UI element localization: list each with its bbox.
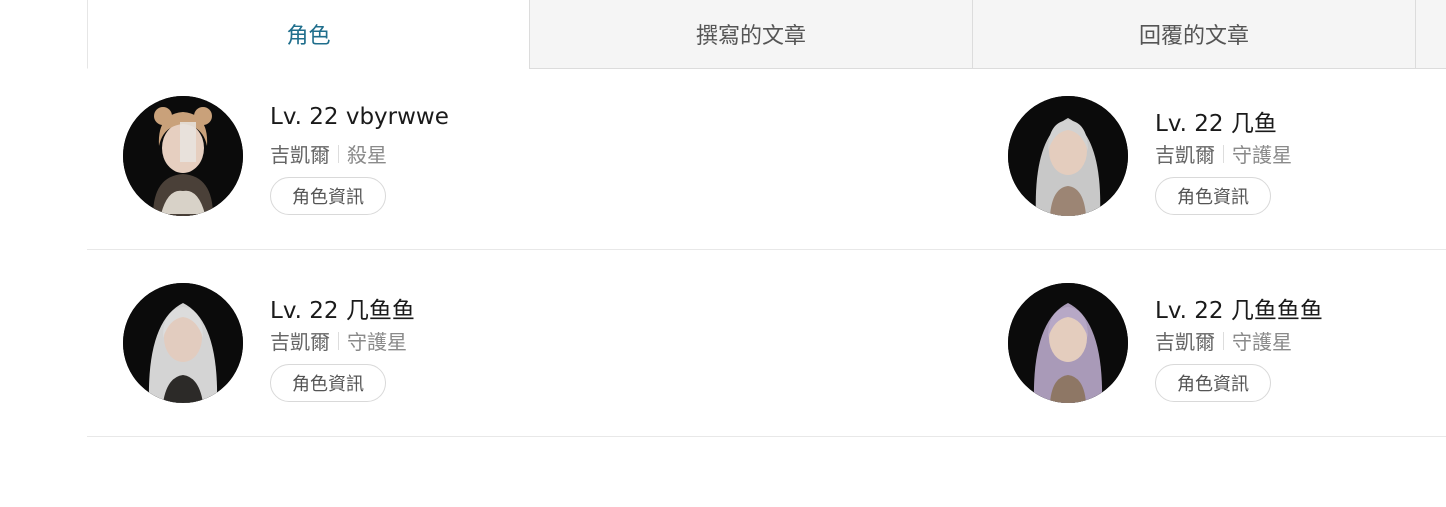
server-name: 吉凱爾	[1155, 330, 1215, 354]
character-avatar[interactable]	[123, 283, 243, 403]
tab-bar: 角色 撰寫的文章 回覆的文章	[87, 0, 1446, 69]
tab-replied-articles[interactable]: 回覆的文章	[972, 0, 1415, 69]
character-info-button[interactable]: 角色資訊	[1155, 177, 1271, 215]
tab-written-articles[interactable]: 撰寫的文章	[529, 0, 972, 69]
divider	[1223, 144, 1224, 163]
character-meta: 吉凱爾 守護星	[1155, 326, 1292, 355]
divider	[1223, 331, 1224, 350]
character-meta: 吉凱爾 殺星	[270, 139, 387, 168]
divider	[338, 331, 339, 350]
character-avatar[interactable]	[1008, 283, 1128, 403]
character-row: Lv. 22 几鱼鱼 吉凱爾 守護星 角色資訊 Lv. 22 几鱼鱼鱼 吉凱爾 …	[87, 250, 1446, 437]
character-card: Lv. 22 几鱼鱼鱼 吉凱爾 守護星 角色資訊	[1008, 283, 1446, 423]
character-name: Lv. 22 几鱼	[1155, 111, 1277, 137]
character-avatar[interactable]	[1008, 96, 1128, 216]
character-card: Lv. 22 几鱼 吉凱爾 守護星 角色資訊	[1008, 96, 1446, 236]
character-info-button[interactable]: 角色資訊	[1155, 364, 1271, 402]
character-name: Lv. 22 几鱼鱼	[270, 298, 415, 324]
portrait-image	[1008, 283, 1128, 403]
character-info-button[interactable]: 角色資訊	[270, 177, 386, 215]
class-name: 殺星	[347, 143, 387, 167]
divider	[338, 144, 339, 163]
portrait-image	[1008, 96, 1128, 216]
character-info-button[interactable]: 角色資訊	[270, 364, 386, 402]
server-name: 吉凱爾	[1155, 143, 1215, 167]
tab-overflow[interactable]	[1415, 0, 1446, 69]
character-list: Lv. 22 vbyrwwe 吉凱爾 殺星 角色資訊 Lv. 22 几鱼 吉凱爾…	[87, 69, 1446, 437]
portrait-image	[123, 96, 243, 216]
server-name: 吉凱爾	[270, 143, 330, 167]
character-meta: 吉凱爾 守護星	[1155, 139, 1292, 168]
tab-characters[interactable]: 角色	[87, 0, 529, 69]
class-name: 守護星	[347, 330, 407, 354]
character-row: Lv. 22 vbyrwwe 吉凱爾 殺星 角色資訊 Lv. 22 几鱼 吉凱爾…	[87, 69, 1446, 250]
class-name: 守護星	[1232, 143, 1292, 167]
character-card: Lv. 22 vbyrwwe 吉凱爾 殺星 角色資訊	[123, 96, 563, 236]
character-card: Lv. 22 几鱼鱼 吉凱爾 守護星 角色資訊	[123, 283, 563, 423]
character-name: Lv. 22 几鱼鱼鱼	[1155, 298, 1323, 324]
character-avatar[interactable]	[123, 96, 243, 216]
character-name: Lv. 22 vbyrwwe	[270, 104, 449, 130]
class-name: 守護星	[1232, 330, 1292, 354]
server-name: 吉凱爾	[270, 330, 330, 354]
character-meta: 吉凱爾 守護星	[270, 326, 407, 355]
portrait-image	[123, 283, 243, 403]
